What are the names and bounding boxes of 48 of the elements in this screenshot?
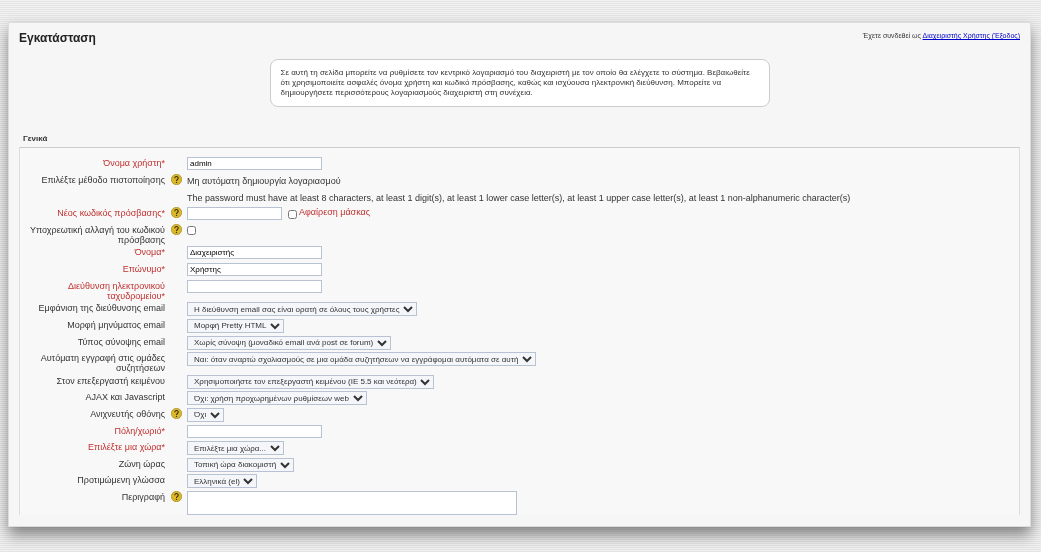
field-label: Ζώνη ώρας <box>118 458 165 469</box>
text-field[interactable]: Διαχειριστής <box>187 246 322 260</box>
field-label: Πόλη/χωριό* <box>114 425 165 436</box>
help-icon[interactable] <box>170 490 182 502</box>
dropdown[interactable]: Χρησιμοποιήστε τον επεξεργαστή κειμένου (IE 5.5 και νεότερα) <box>187 374 434 389</box>
field-label: Νέος κωδικός πρόσβασης* <box>57 208 165 219</box>
help-icon[interactable] <box>170 174 182 185</box>
text-field[interactable]: admin <box>187 157 322 171</box>
password-field[interactable] <box>187 207 282 221</box>
field-label: Περιγραφή <box>121 491 165 502</box>
field-label: Τύπος σύνοψης email <box>77 336 165 347</box>
field-label: Επιλέξτε μια χώρα* <box>87 442 165 453</box>
checkbox[interactable] <box>288 209 297 219</box>
help-icon[interactable] <box>170 207 182 219</box>
dropdown[interactable]: Επιλέξτε μια χώρα... <box>187 441 284 456</box>
field-value: The password must have at least 8 characters, at least 1 digit(s), at least 1 lower case letter(s), at least 1 upper case letter(s), at least 1 non-alphanumeric character(s) <box>187 191 851 205</box>
field-label: Όνομα χρήστη* <box>103 158 165 169</box>
checkbox[interactable] <box>187 225 196 235</box>
field-label: Εμφάνιση της διεύθυνσης email <box>38 303 165 314</box>
field-label: Αυτόματη εγγραφή στις ομάδες συζητήσεων <box>40 353 165 374</box>
field-label: Μορφή μηνύματος email <box>67 319 165 330</box>
text-field[interactable]: Χρήστης <box>187 263 322 277</box>
section-legend: Γενικά <box>23 133 1020 146</box>
dropdown[interactable]: Η διεύθυνση email σας είναι ορατή σε όλους τους χρήστες <box>187 302 417 317</box>
checkbox-label: Αφαίρεση μάσκας <box>299 206 371 220</box>
field-label: Επιλέξτε μέθοδο πιστοποίησης <box>41 175 165 185</box>
help-icon[interactable] <box>170 223 182 235</box>
field-value: Μη αυτόματη δημιουργία λογαριασμού <box>187 175 341 188</box>
dropdown[interactable]: Τοπική ώρα διακομιστή <box>187 457 294 472</box>
field-label: AJAX και Javascript <box>85 392 165 403</box>
field-label: Υποχρεωτική αλλαγή του κωδικού πρόσβασης <box>29 224 165 246</box>
dropdown[interactable]: Ναι: όταν αναρτώ σχολιασμούς σε μια ομάδα συζητήσεων να εγγράφομαι αυτόματα σε αυτή <box>187 352 536 367</box>
field-label: Επώνυμο* <box>122 264 165 275</box>
field-label: Ανιχνευτής οθόνης <box>90 409 165 419</box>
page-title: Εγκατάσταση <box>19 31 96 46</box>
dropdown[interactable]: Όχι <box>187 408 224 422</box>
dropdown[interactable]: Μορφή Pretty HTML <box>187 318 284 333</box>
dropdown[interactable]: Χωρίς σύνοψη (μοναδικό email ανά post σε forum) <box>187 335 391 350</box>
field-label: Προτιμώμενη γλώσσα <box>77 475 165 486</box>
intro-message: Σε αυτή τη σελίδα μπορείτε να ρυθμίσετε τον κεντρικό λογαριασμό του διαχειριστή με τον οποίο θα ελέγχετε το σύστημα. Βεβαιωθείτε ότι χρησιμοποιείτε ασφαλές όνομα χρήστη και κωδικό πρόσβασης, καθώς και ισχύουσα ηλεκτρονική διεύθυνση. Μπορείτε να δημιουργήσετε περισσότερους λογαριασμούς διαχειριστή στη συνέχεια. <box>269 59 770 108</box>
field-label: Όνομα* <box>134 247 165 258</box>
text-field[interactable] <box>187 279 322 293</box>
field-label: Στον επεξεργαστή κειμένου <box>56 375 165 386</box>
dropdown[interactable]: Όχι: χρήση προχωρημένων ρυθμίσεων web <box>187 391 367 406</box>
help-icon[interactable] <box>170 408 182 419</box>
field-label: Διεύθυνση ηλεκτρονικού ταχυδρομείου* <box>68 280 165 301</box>
dropdown[interactable]: Ελληνικά (el) <box>187 474 257 489</box>
text-field[interactable] <box>187 424 322 438</box>
